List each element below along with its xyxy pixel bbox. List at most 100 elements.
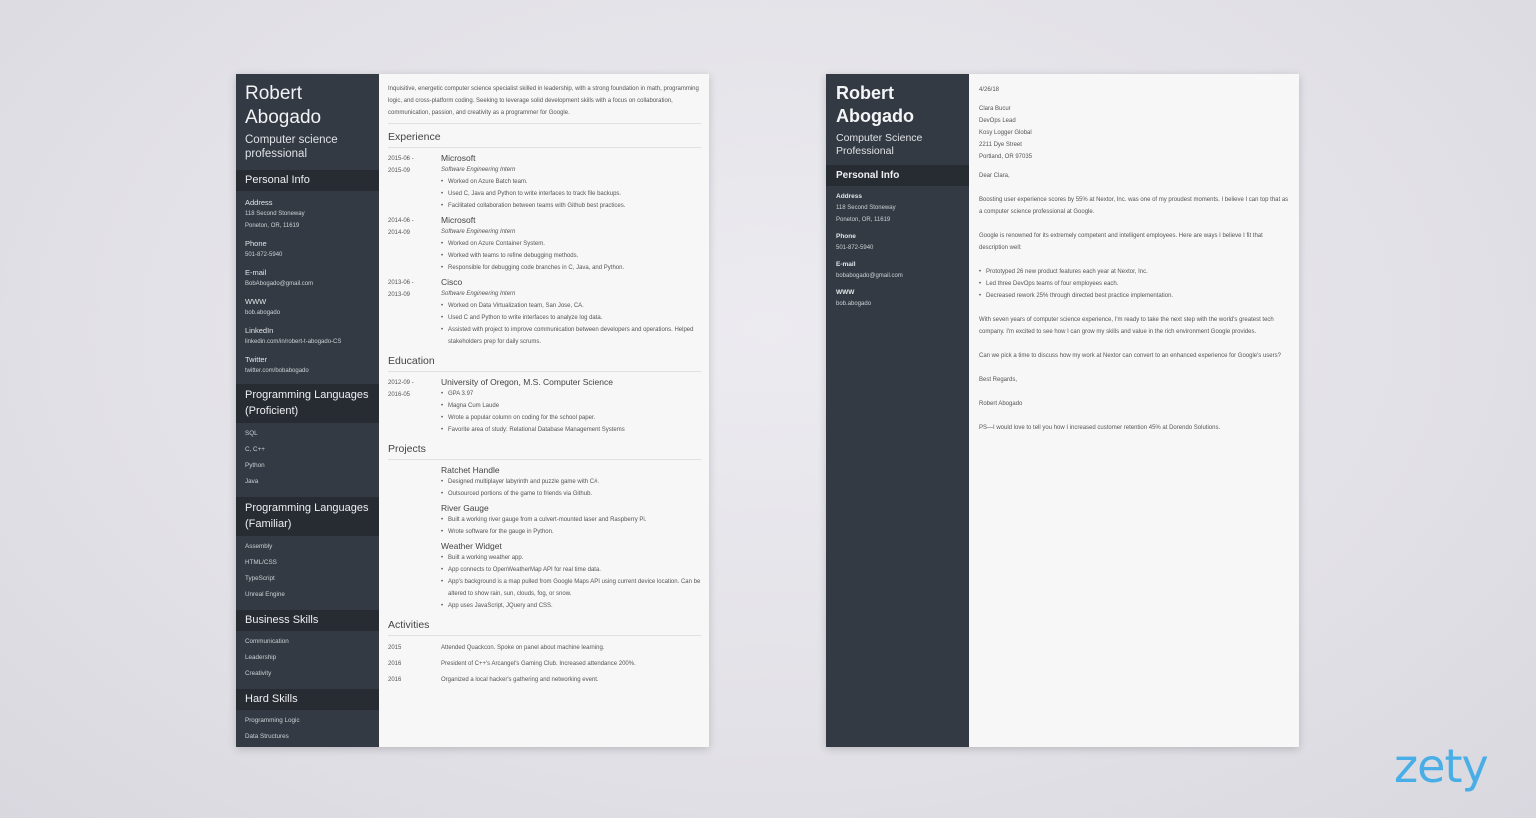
info-value: twitter.com/bobabogado <box>245 368 309 374</box>
skill-group-heading: Hard Skills <box>236 689 379 710</box>
entry-body: Microsoft Software Engineering Intern Work… <box>441 152 701 212</box>
experience-heading: Experience <box>388 124 701 148</box>
skill-list: Programming Logic Data Structures <box>236 710 379 751</box>
activities-list: 2015 Attended Quackcon. Spoke on panel ab… <box>388 640 701 688</box>
letter-date: 4/26/18 <box>979 87 1000 93</box>
date-start: 2015-06 - <box>388 156 414 162</box>
skill-groups: Programming Languages (Proficient) SQL C, … <box>236 384 379 751</box>
info-label: Address <box>836 193 863 200</box>
recipient-line: Portland, OR 97035 <box>979 154 1033 160</box>
skill-group-heading: Programming Languages (Proficient) <box>236 384 379 423</box>
info-label: WWW <box>836 289 855 296</box>
resume-summary: Inquisitive, energetic computer science … <box>388 74 701 124</box>
recipient-line: Clara Bucur <box>979 106 1011 112</box>
info-label: LinkedIn <box>245 326 274 335</box>
bullet-item: Used C, Java and Python to write interfa… <box>441 188 701 200</box>
bullet-item: Responsible for debugging code branches … <box>441 262 701 274</box>
recipient-line: Kosy Logger Global <box>979 130 1032 136</box>
activities-heading: Activities <box>388 612 701 636</box>
entry-role: Software Engineering Intern <box>441 291 516 297</box>
bullet-item: Facilitated collaboration between teams … <box>441 200 701 212</box>
entry-title: Ratchet Handle <box>441 465 500 475</box>
date-start: 2014-06 - <box>388 218 414 224</box>
entry-body: Microsoft Software Engineering Intern Work… <box>441 214 701 274</box>
info-label: E-mail <box>836 261 856 268</box>
entry-body: Ratchet HandleDesigned multiplayer labyr… <box>441 464 701 500</box>
letter-sidebar: Robert Abogado Computer Science Professi… <box>826 74 969 747</box>
resume-main: Inquisitive, energetic computer science … <box>379 74 709 747</box>
entry-row: Ratchet HandleDesigned multiplayer labyr… <box>388 464 701 500</box>
recipient-line: 2211 Dye Street <box>979 142 1022 148</box>
experience-list: 2015-06 - 2015-09 Microsoft Software Engine… <box>388 152 701 348</box>
entry-date: 2015-06 - 2015-09 <box>388 152 441 212</box>
entry-body: University of Oregon, M.S. Computer Scie… <box>441 376 701 436</box>
info-value: 118 Second Stoneway <box>836 205 896 211</box>
postscript: PS—I would love to tell you how I increa… <box>979 425 1221 431</box>
resume-page: Robert Abogado Computer science professi… <box>236 74 709 747</box>
bullet-item: Favorite area of study: Relational Datab… <box>441 424 701 436</box>
info-value: linkedin.com/in/robert-t-abogado-CS <box>245 339 342 345</box>
entry-row: 2013-06 - 2013-09 Cisco Software Engineerin… <box>388 276 701 348</box>
skill-item: Java <box>245 478 259 485</box>
info-label: Phone <box>836 233 856 240</box>
projects-list: Ratchet HandleDesigned multiplayer labyr… <box>388 464 701 612</box>
bullet-item: Built a working river gauge from a culve… <box>441 514 701 526</box>
entry-date: 2012-09 - 2016-05 <box>388 376 441 436</box>
entry-date <box>388 502 441 538</box>
entry-date: 2014-06 - 2014-09 <box>388 214 441 274</box>
bullet-item: App uses JavaScript, JQuery and CSS. <box>441 600 701 612</box>
entry-row: 2015-06 - 2015-09 Microsoft Software Engine… <box>388 152 701 212</box>
date-end: 2013-09 <box>388 292 411 298</box>
education-heading: Education <box>388 348 701 372</box>
paragraph-4: Can we pick a time to discuss how my wor… <box>979 353 1281 359</box>
entry-date <box>388 540 441 612</box>
activity-year: 2016 <box>388 661 402 667</box>
recipient-address: Clara Bucur DevOps Lead Kosy Logger Global… <box>979 103 1290 163</box>
entry-body: Cisco Software Engineering Intern Worked o… <box>441 276 701 348</box>
skill-item: Creativity <box>245 670 272 677</box>
entry-title: Cisco <box>441 277 463 287</box>
bullet-item: Designed multiplayer labyrinth and puzzl… <box>441 476 701 488</box>
letter-name: Robert Abogado <box>836 83 914 126</box>
bullet-item: GPA 3.97 <box>441 388 701 400</box>
info-value: 118 Second Stoneway <box>245 211 305 217</box>
paragraph-1: Boosting user experience scores by 55% a… <box>979 197 1289 215</box>
activity-row: 2015 Attended Quackcon. Spoke on panel ab… <box>388 640 701 656</box>
info-value: 501-872-5940 <box>245 252 283 258</box>
bullet-item: Worked on Data Virtualization team, San … <box>441 300 701 312</box>
activity-year: 2016 <box>388 677 402 683</box>
date-end: 2014-09 <box>388 230 411 236</box>
entry-row: Weather WidgetBuilt a working weather ap… <box>388 540 701 612</box>
letter-title: Computer Science Professional <box>836 132 923 157</box>
closing: Best Regards, <box>979 377 1018 383</box>
info-value: bobabogado@gmail.com <box>836 273 903 279</box>
entry-row: River GaugeBuilt a working river gauge f… <box>388 502 701 538</box>
date-start: 2013-06 - <box>388 280 414 286</box>
activity-text: Organized a local hacker's gathering and… <box>441 677 599 683</box>
entry-body: Weather WidgetBuilt a working weather ap… <box>441 540 701 612</box>
skill-item: TypeScript <box>245 575 275 582</box>
skill-group-heading: Programming Languages (Familiar) <box>236 497 379 536</box>
skill-list: Assembly HTML/CSS TypeScript Unreal Engine <box>236 536 379 609</box>
letter-personal-info-heading: Personal Info <box>826 165 969 186</box>
entry-row: 2014-06 - 2014-09 Microsoft Software Engine… <box>388 214 701 274</box>
signature: Robert Abogado <box>979 401 1023 407</box>
skill-item: SQL <box>245 430 258 437</box>
entry-date: 2013-06 - 2013-09 <box>388 276 441 348</box>
bullet-item: Assisted with project to improve communi… <box>441 324 701 348</box>
bullet-item: Used C and Python to write interfaces to… <box>441 312 701 324</box>
bullet-item: App connects to OpenWeatherMap API for r… <box>441 564 701 576</box>
letter-bullet: Decreased rework 25% through directed be… <box>979 290 1290 302</box>
bullet-item: Wrote a popular column on coding for the… <box>441 412 701 424</box>
info-value: 501-872-5940 <box>836 245 874 251</box>
skill-item: Assembly <box>245 543 273 550</box>
info-label: Address <box>245 198 273 207</box>
bullet-item: Built a working weather app. <box>441 552 701 564</box>
education-list: 2012-09 - 2016-05 University of Oregon, M.… <box>388 376 701 436</box>
info-label: Twitter <box>245 355 268 364</box>
skill-item: Communication <box>245 638 289 645</box>
skill-item: HTML/CSS <box>245 559 277 566</box>
info-label: E-mail <box>245 268 267 277</box>
skill-list: Communication Leadership Creativity <box>236 631 379 688</box>
entry-title: Weather Widget <box>441 541 502 551</box>
